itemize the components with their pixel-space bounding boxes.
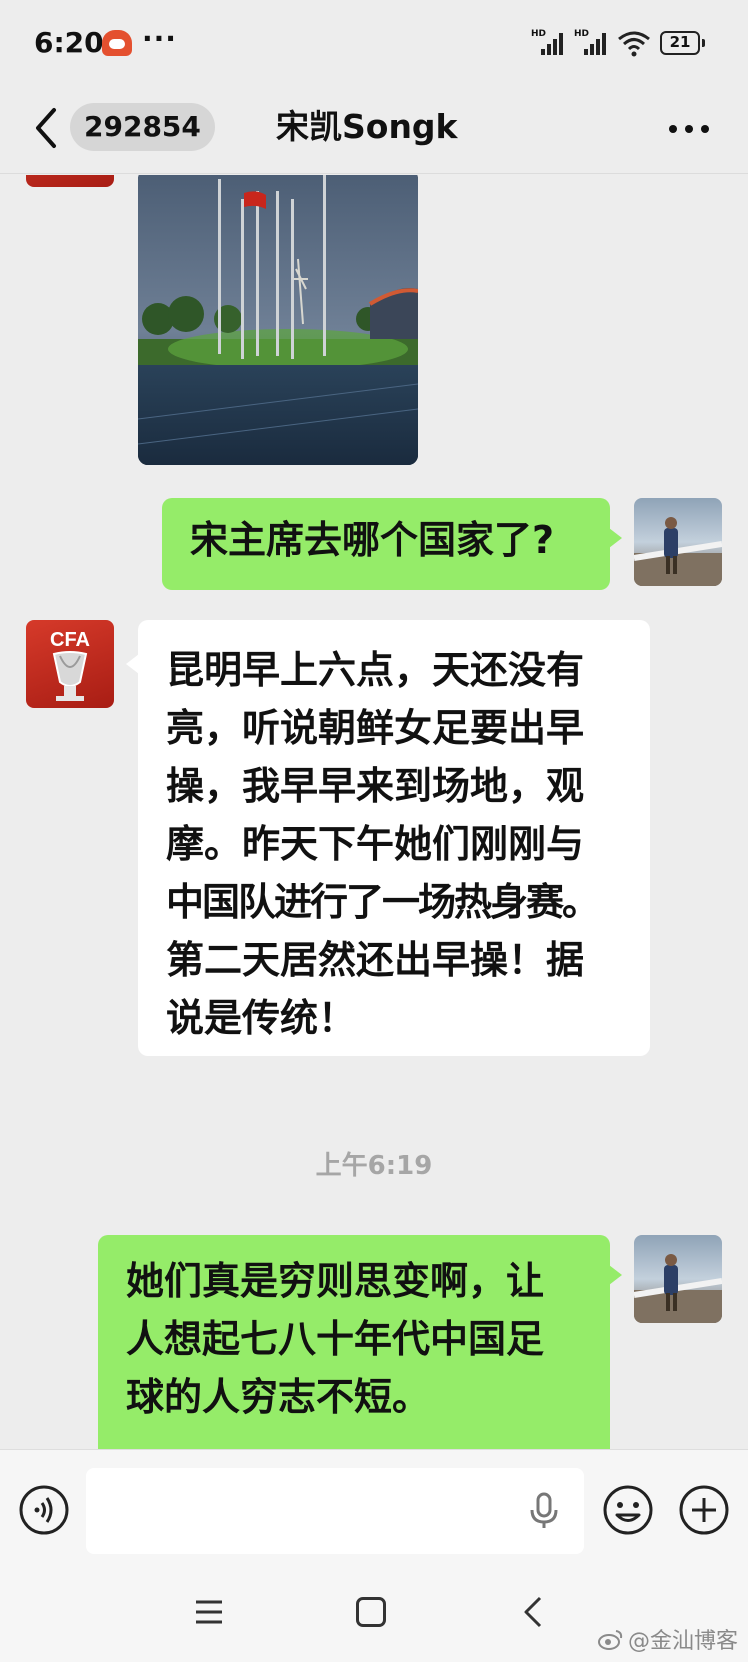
watermark-text: @金汕博客 (627, 1629, 738, 1654)
chat-header: 292854 宋凯Songk (0, 86, 748, 174)
message-line: 中国队进行了一场热身赛。 (166, 880, 600, 924)
unread-count-badge[interactable]: 292854 (70, 103, 215, 151)
my-avatar[interactable] (634, 1235, 722, 1323)
recent-apps-icon[interactable] (194, 1599, 224, 1625)
status-time: 6:20 (34, 26, 104, 59)
message-line: 球的人穷志不短。 (126, 1375, 431, 1419)
message-timestamp: 上午6:19 (315, 1151, 433, 1181)
more-notifications-icon: ··· (142, 22, 177, 55)
image-message[interactable] (138, 175, 418, 465)
back-arrow-icon[interactable] (32, 106, 60, 150)
emoji-button[interactable] (602, 1484, 654, 1536)
system-back-icon[interactable] (522, 1595, 544, 1629)
outgoing-message[interactable]: 宋主席去哪个国家了? (162, 498, 622, 590)
outgoing-message[interactable]: 她们真是穷则思变啊，让 人想起七八十年代中国足 球的人穷志不短。 (98, 1235, 622, 1449)
network-hd-label: HD (531, 29, 547, 39)
svg-text:CFA: CFA (50, 629, 90, 651)
incoming-message[interactable]: 昆明早上六点，天还没有 亮，听说朝鲜女足要出早 操，我早早来到场地，观 摩。昨天… (126, 620, 650, 1056)
voice-input-button[interactable] (18, 1484, 70, 1536)
more-functions-button[interactable] (678, 1484, 730, 1536)
weibo-watermark: @金汕博客 (597, 1623, 738, 1655)
message-line: 人想起七八十年代中国足 (126, 1317, 545, 1361)
message-line: 昆明早上六点，天还没有 (166, 648, 585, 692)
my-avatar[interactable] (634, 498, 722, 586)
chat-title: 宋凯Songk (276, 107, 458, 146)
network-hd-label-2: HD (574, 29, 590, 39)
weibo-logo-icon (597, 1630, 623, 1650)
home-icon[interactable] (356, 1597, 386, 1627)
microphone-icon[interactable] (528, 1492, 560, 1530)
more-options-icon[interactable] (668, 124, 710, 134)
avatar-photo (634, 517, 722, 586)
input-bar (0, 1449, 748, 1567)
signal-icon: HD (531, 29, 565, 57)
cfa-logo-icon: CFA (50, 629, 90, 701)
message-list[interactable]: 宋主席去哪个国家了? CFA 昆明早上六点，天还没有 亮，听说朝鲜女足要出早 操… (0, 175, 748, 1449)
app-notification-icon (102, 30, 132, 56)
message-text: 宋主席去哪个国家了? (190, 518, 555, 562)
system-navigation-bar: @金汕博客 (0, 1567, 748, 1662)
battery-icon: 21 (660, 31, 705, 55)
message-line: 操，我早早来到场地，观 (166, 764, 585, 808)
contact-avatar[interactable]: CFA (26, 620, 114, 708)
wifi-icon (618, 31, 650, 57)
signal-icon-2: HD (574, 29, 608, 57)
message-line: 说是传统！ (166, 996, 357, 1040)
message-line: 亮，听说朝鲜女足要出早 (166, 706, 585, 750)
message-input[interactable] (86, 1468, 584, 1554)
message-line: 她们真是穷则思变啊，让 (126, 1259, 545, 1303)
status-indicators: HD HD 21 (531, 26, 705, 60)
contact-avatar[interactable] (26, 175, 114, 187)
message-line: 第二天居然还出早操！据 (166, 938, 585, 982)
message-line: 摩。昨天下午她们刚刚与 (166, 822, 585, 866)
avatar-photo (634, 1254, 722, 1323)
status-bar: 6:20 ··· HD HD 21 (0, 0, 748, 86)
stadium-photo (138, 175, 418, 465)
